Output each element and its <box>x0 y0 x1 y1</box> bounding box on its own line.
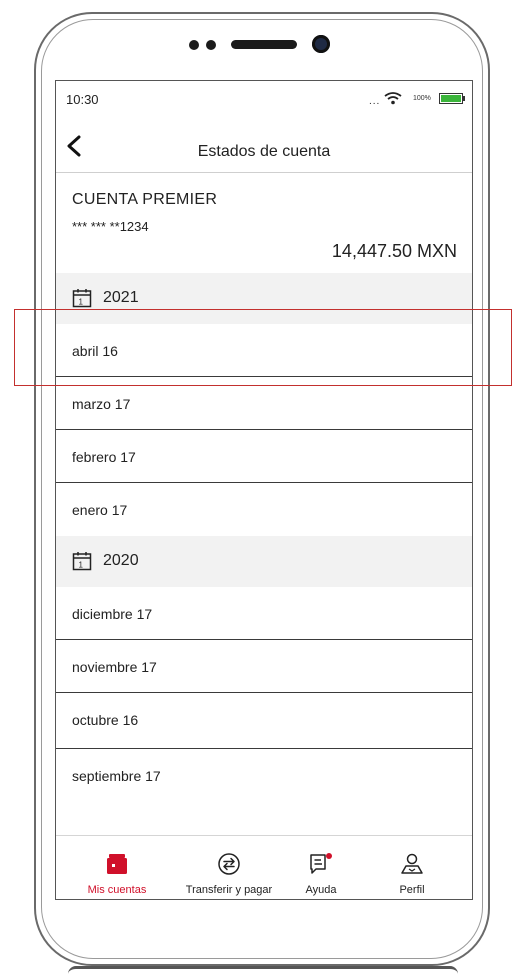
battery-tip <box>463 96 465 101</box>
wallet-icon <box>107 854 127 874</box>
account-number: *** *** **1234 <box>72 219 149 234</box>
help-chat-icon <box>310 853 332 874</box>
page-title: Estados de cuenta <box>197 143 331 160</box>
status-bar: 10:30 ... 100% <box>56 81 472 117</box>
statement-row-febrero[interactable]: febrero 17 <box>56 430 472 483</box>
svg-text:1: 1 <box>79 561 84 570</box>
bottom-tab-bar: Mis cuentas Transferir y pagar Ayuda Per… <box>56 835 472 899</box>
year-header-2020: 1 2020 <box>56 536 472 587</box>
statement-month: octubre 16 <box>72 712 139 728</box>
statement-month: abril 16 <box>72 343 118 359</box>
statement-month: septiembre 17 <box>72 768 161 784</box>
nav-header: Estados de cuenta <box>56 117 472 173</box>
tab-label: Perfil <box>399 884 425 896</box>
front-camera <box>312 35 330 53</box>
sensor-dot <box>189 40 199 50</box>
svg-text:1: 1 <box>79 298 84 307</box>
wifi-icon <box>384 92 402 105</box>
transfer-icon <box>218 853 240 875</box>
phone-bottom-edge <box>68 966 458 974</box>
speaker-grille <box>231 40 297 49</box>
statement-row-noviembre[interactable]: noviembre 17 <box>56 640 472 693</box>
profile-icon <box>401 853 423 874</box>
tab-mis-cuentas[interactable]: Mis cuentas <box>62 836 172 899</box>
calendar-icon: 1 <box>72 289 92 308</box>
statement-month: enero 17 <box>72 502 128 518</box>
account-balance: 14,447.50 MXN <box>331 241 457 261</box>
year-label: 2020 <box>103 552 139 569</box>
statement-row-abril[interactable]: abril 16 <box>56 324 472 377</box>
calendar-icon: 1 <box>72 552 92 571</box>
battery-percentage: 100% <box>413 95 431 102</box>
signal-dots: ... <box>369 96 381 107</box>
app-screen: 10:30 ... 100% Estados de cuenta CUENTA … <box>55 80 473 900</box>
account-summary: CUENTA PREMIER *** *** **1234 14,447.50 … <box>56 173 472 273</box>
statement-month: marzo 17 <box>72 396 131 412</box>
statement-month: diciembre 17 <box>72 606 153 622</box>
battery-icon <box>439 93 463 104</box>
status-time: 10:30 <box>66 92 99 107</box>
sensor-dot <box>206 40 216 50</box>
account-name: CUENTA PREMIER <box>72 191 218 208</box>
statement-list: 1 2021 abril 16 marzo 17 febrero 17 ener… <box>56 273 472 802</box>
statement-month: noviembre 17 <box>72 659 157 675</box>
year-label: 2021 <box>103 289 139 306</box>
statement-row-marzo[interactable]: marzo 17 <box>56 377 472 430</box>
statement-row-septiembre[interactable]: septiembre 17 <box>56 749 472 802</box>
statement-month: febrero 17 <box>72 449 136 465</box>
statement-row-diciembre[interactable]: diciembre 17 <box>56 587 472 640</box>
year-header-2021: 1 2021 <box>56 273 472 324</box>
statement-row-octubre[interactable]: octubre 16 <box>56 693 472 749</box>
statement-row-enero[interactable]: enero 17 <box>56 483 472 536</box>
tab-perfil[interactable]: Perfil <box>357 836 467 899</box>
tab-label: Mis cuentas <box>87 884 147 896</box>
